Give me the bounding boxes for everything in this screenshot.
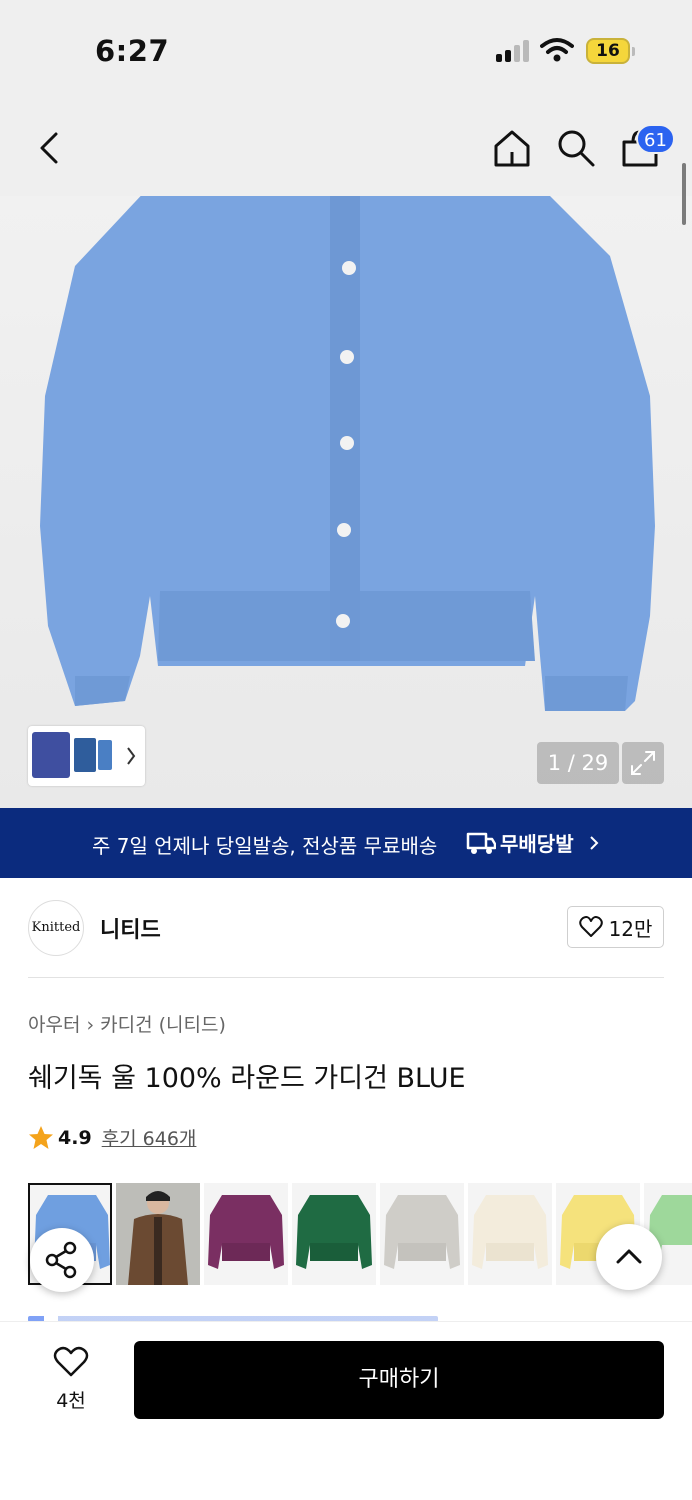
- image-counter: 1 / 29: [537, 742, 619, 784]
- cardigan-illustration: [40, 196, 655, 711]
- breadcrumb: 아우터 › 카디건 (니티드): [28, 1010, 226, 1037]
- top-nav: [0, 100, 692, 196]
- battery-icon: 16: [586, 38, 630, 64]
- swatch-purple[interactable]: [204, 1183, 288, 1285]
- clock: 6:27: [95, 34, 170, 68]
- free-delivery-logo: 무배당발: [466, 828, 602, 857]
- scroll-top-button[interactable]: [596, 1224, 662, 1290]
- breadcrumb-separator: ›: [86, 1014, 101, 1036]
- buy-button[interactable]: 구매하기: [134, 1341, 664, 1419]
- swatch-green[interactable]: [292, 1183, 376, 1285]
- chevron-up-icon: [616, 1249, 642, 1264]
- wishlist-button[interactable]: 4천: [40, 1346, 102, 1413]
- heart-icon: [53, 1346, 89, 1377]
- signal-icon: [496, 40, 532, 62]
- share-icon: [45, 1241, 77, 1279]
- divider: [28, 977, 664, 978]
- delivery-truck-icon: [466, 832, 496, 854]
- back-icon[interactable]: [30, 128, 70, 168]
- scrollbar[interactable]: [682, 163, 686, 225]
- share-button[interactable]: [30, 1228, 94, 1292]
- battery-tip: [632, 47, 635, 56]
- color-swatch-list: [28, 1183, 692, 1285]
- home-icon[interactable]: [492, 128, 532, 168]
- product-rating: 4.9 후기 646개: [28, 1124, 196, 1151]
- delivery-banner[interactable]: 주 7일 언제나 당일발송, 전상품 무료배송 무배당발: [0, 808, 692, 878]
- brand-name[interactable]: 니티드: [100, 912, 161, 944]
- review-count-link[interactable]: 후기 646개: [102, 1124, 197, 1151]
- breadcrumb-category[interactable]: 아우터: [28, 1014, 80, 1036]
- delivery-service-name: 무배당발: [500, 832, 574, 856]
- product-title: 쉐기독 울 100% 라운드 가디건 BLUE: [28, 1063, 466, 1094]
- banner-text: 주 7일 언제나 당일발송, 전상품 무료배송: [92, 834, 438, 858]
- expand-icon[interactable]: [622, 742, 664, 784]
- status-bar: 6:27 16: [0, 0, 692, 100]
- breadcrumb-subcategory[interactable]: 카디건 (니티드): [100, 1014, 226, 1036]
- swatch-grey[interactable]: [380, 1183, 464, 1285]
- heart-icon: [578, 916, 603, 937]
- wifi-icon: [540, 38, 574, 62]
- product-image[interactable]: [0, 196, 692, 808]
- swatch-brown-model[interactable]: [116, 1183, 200, 1285]
- search-icon[interactable]: [556, 128, 596, 168]
- star-icon: [29, 1125, 53, 1149]
- battery-level: 16: [596, 41, 620, 61]
- chevron-right-icon: [589, 835, 599, 850]
- wishlist-count: 4천: [56, 1390, 86, 1412]
- brand-like-button[interactable]: 12만: [567, 906, 664, 948]
- rating-score: 4.9: [58, 1126, 92, 1149]
- swatch-cream[interactable]: [468, 1183, 552, 1285]
- image-thumbnail-strip[interactable]: [28, 726, 145, 786]
- brand-logo[interactable]: Knitted: [28, 900, 84, 956]
- cart-count-badge: 61: [636, 124, 675, 154]
- thumbnail-preview: [32, 732, 136, 778]
- brand-like-count: 12만: [608, 916, 653, 941]
